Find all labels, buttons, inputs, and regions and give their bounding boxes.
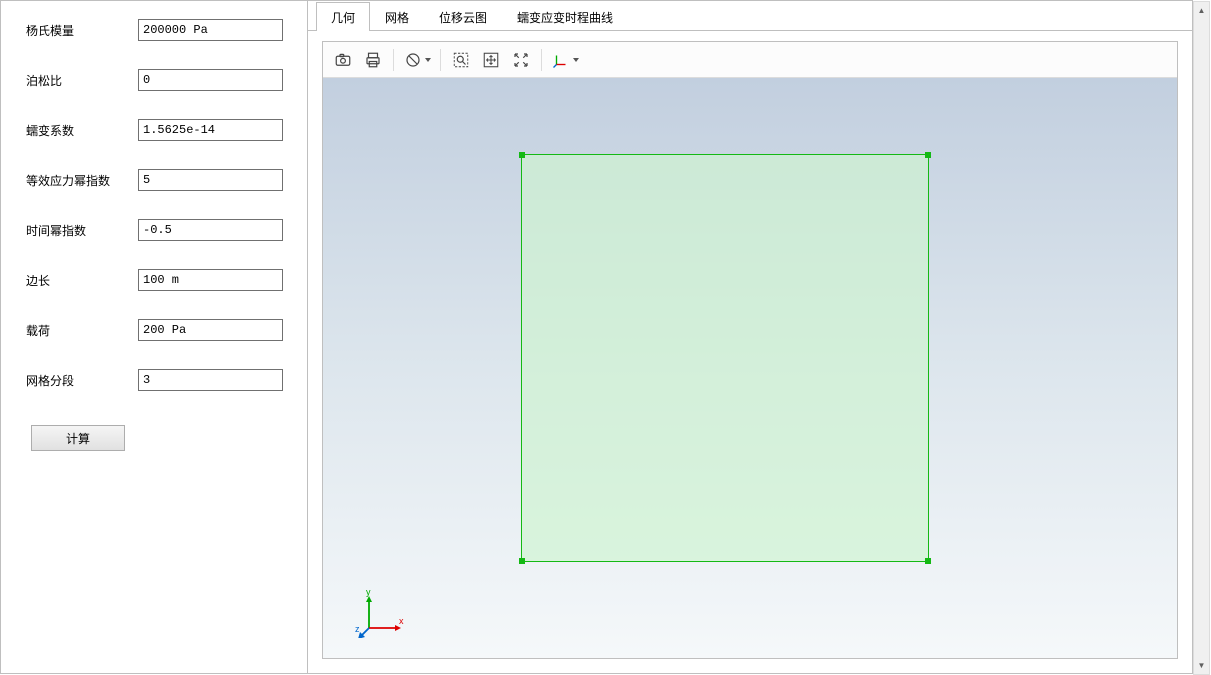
axis-triad-icon[interactable]: [548, 47, 582, 73]
label-edge-length: 边长: [26, 272, 138, 289]
chevron-down-icon: [425, 58, 431, 62]
geometry-handle[interactable]: [925, 152, 931, 158]
camera-icon[interactable]: [329, 47, 357, 73]
no-entry-icon[interactable]: [400, 47, 434, 73]
scroll-up-button[interactable]: ▲: [1194, 2, 1209, 19]
tab-displacement-contour[interactable]: 位移云图: [424, 2, 502, 31]
geometry-handle[interactable]: [519, 558, 525, 564]
scroll-thumb-area[interactable]: [1194, 19, 1209, 657]
axis-x-label: x: [399, 616, 404, 626]
parameters-panel: 杨氏模量 泊松比 蠕变系数 等效应力幂指数 时间幂指数 边长 载荷 网格分段: [1, 1, 308, 673]
input-mesh-divisions[interactable]: [138, 369, 283, 391]
axis-triad: y x z: [355, 588, 405, 638]
label-load: 载荷: [26, 322, 138, 339]
label-youngs-modulus: 杨氏模量: [26, 22, 138, 39]
field-edge-length: 边长: [26, 269, 297, 291]
app-window: 杨氏模量 泊松比 蠕变系数 等效应力幂指数 时间幂指数 边长 载荷 网格分段: [0, 0, 1193, 674]
compute-button[interactable]: 计算: [31, 425, 125, 451]
field-poisson-ratio: 泊松比: [26, 69, 297, 91]
input-creep-coefficient[interactable]: [138, 119, 283, 141]
zoom-box-icon[interactable]: [447, 47, 475, 73]
viewer-toolbar: [323, 42, 1177, 78]
label-poisson-ratio: 泊松比: [26, 72, 138, 89]
print-icon[interactable]: [359, 47, 387, 73]
geometry-canvas[interactable]: y x z: [323, 78, 1177, 658]
input-load[interactable]: [138, 319, 283, 341]
field-time-exponent: 时间幂指数: [26, 219, 297, 241]
label-creep-coefficient: 蠕变系数: [26, 122, 138, 139]
label-stress-exponent: 等效应力幂指数: [26, 172, 138, 189]
field-stress-exponent: 等效应力幂指数: [26, 169, 297, 191]
axis-z-label: z: [355, 624, 360, 634]
input-stress-exponent[interactable]: [138, 169, 283, 191]
chevron-down-icon: [573, 58, 579, 62]
viewer-panel: y x z: [322, 41, 1178, 659]
field-mesh-divisions: 网格分段: [26, 369, 297, 391]
field-youngs-modulus: 杨氏模量: [26, 19, 297, 41]
input-youngs-modulus[interactable]: [138, 19, 283, 41]
geometry-handle[interactable]: [925, 558, 931, 564]
field-creep-coefficient: 蠕变系数: [26, 119, 297, 141]
pan-icon[interactable]: [477, 47, 505, 73]
results-panel: 几何 网格 位移云图 蠕变应变时程曲线: [308, 1, 1192, 673]
toolbar-separator: [440, 49, 441, 71]
vertical-scrollbar[interactable]: ▲ ▼: [1193, 1, 1210, 675]
toolbar-separator: [393, 49, 394, 71]
toolbar-separator: [541, 49, 542, 71]
viewer-wrap: y x z: [308, 31, 1192, 673]
label-time-exponent: 时间幂指数: [26, 222, 138, 239]
label-mesh-divisions: 网格分段: [26, 372, 138, 389]
geometry-handle[interactable]: [519, 152, 525, 158]
input-time-exponent[interactable]: [138, 219, 283, 241]
geometry-square[interactable]: [521, 154, 929, 562]
tab-geometry[interactable]: 几何: [316, 2, 370, 31]
axis-y-label: y: [366, 588, 371, 597]
tab-bar: 几何 网格 位移云图 蠕变应变时程曲线: [308, 1, 1192, 31]
tab-mesh[interactable]: 网格: [370, 2, 424, 31]
field-load: 载荷: [26, 319, 297, 341]
scroll-down-button[interactable]: ▼: [1194, 657, 1209, 674]
input-edge-length[interactable]: [138, 269, 283, 291]
tab-creep-strain-curve[interactable]: 蠕变应变时程曲线: [502, 2, 628, 31]
zoom-extents-icon[interactable]: [507, 47, 535, 73]
input-poisson-ratio[interactable]: [138, 69, 283, 91]
